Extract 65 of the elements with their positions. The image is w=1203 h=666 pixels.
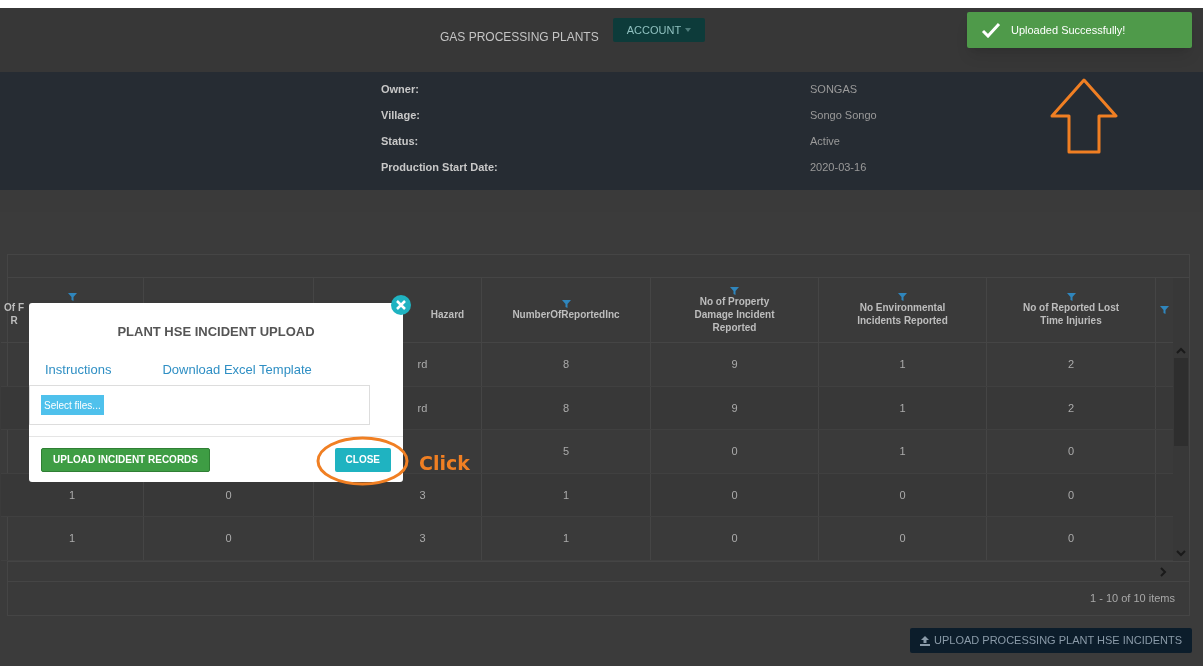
table-cell-text: rd <box>417 357 428 372</box>
caret-icon <box>685 28 692 32</box>
filter-icon[interactable] <box>1066 293 1076 301</box>
column-header[interactable]: No of Property Damage Incident Reported <box>694 294 775 334</box>
scroll-up-icon[interactable] <box>1176 347 1186 355</box>
column-header[interactable]: NumberOfReportedInc <box>512 307 620 321</box>
detail-value: Active <box>810 133 840 149</box>
upload-incidents-button[interactable]: UPLOAD PROCESSING PLANT HSE INCIDENTS <box>910 628 1192 653</box>
table-cell-text: 0 <box>1067 487 1075 503</box>
table-cell-text: 0 <box>899 531 906 546</box>
column-header[interactable]: No Environmental Incidents Reported <box>857 301 948 327</box>
table-cell-text: 1 <box>899 400 906 416</box>
column-header[interactable]: Hazard <box>430 307 465 321</box>
table-cell-text: 8 <box>562 400 570 416</box>
column-header[interactable]: Of F R <box>4 301 24 327</box>
detail-label: Owner: <box>381 81 420 97</box>
close-icon[interactable] <box>391 295 411 315</box>
instructions-link[interactable]: Instructions <box>45 360 112 380</box>
chevron-right-icon[interactable] <box>1159 566 1167 577</box>
filter-icon[interactable] <box>561 299 571 308</box>
table-cell-text: 1 <box>562 487 570 503</box>
table-cell-text: 2 <box>1067 400 1075 416</box>
table-cell-text: 0 <box>1067 444 1075 459</box>
filter-icon[interactable] <box>1160 306 1169 314</box>
table-cell-text: 1 <box>899 357 906 372</box>
column-header[interactable]: No of Reported Lost Time Injuries <box>1022 301 1120 327</box>
table-cell-text: 8 <box>562 357 570 372</box>
table-cell-text: 0 <box>731 531 738 546</box>
filter-icon[interactable] <box>730 286 739 295</box>
detail-value: 2020-03-16 <box>810 159 867 175</box>
detail-value: SONGAS <box>810 81 858 97</box>
table-cell-text: 3 <box>419 531 426 546</box>
table-cell-text: 0 <box>225 531 232 546</box>
table-cell-text: 3 <box>419 487 426 503</box>
upload-records-button[interactable]: UPLOAD INCIDENT RECORDS <box>41 447 210 472</box>
table-cell-text: 2 <box>1067 357 1075 372</box>
dialog-title: PLANT HSE INCIDENT UPLOAD <box>117 323 315 342</box>
detail-label: Status: <box>381 133 420 149</box>
table-cell-text: 0 <box>731 444 738 459</box>
checkmark-icon <box>981 22 1001 38</box>
pagination-summary: 1 - 10 of 10 items <box>1090 591 1175 607</box>
annotation-label: Click <box>419 451 470 476</box>
table-cell-text: 0 <box>225 487 232 503</box>
table-cell-text: 9 <box>731 357 738 372</box>
toast-message: Uploaded Successfully! <box>1011 22 1126 38</box>
upload-icon <box>920 635 931 646</box>
table-cell-text: 0 <box>731 487 738 503</box>
scroll-down-icon[interactable] <box>1176 549 1186 557</box>
detail-label: Village: <box>381 107 421 123</box>
page-title: GAS PROCESSING PLANTS <box>440 29 599 46</box>
account-button[interactable]: ACCOUNT <box>612 18 706 42</box>
download-template-link[interactable]: Download Excel Template <box>162 360 312 380</box>
filter-icon[interactable] <box>898 293 907 301</box>
table-cell-text: rd <box>417 400 428 416</box>
detail-label: Production Start Date: <box>381 159 499 175</box>
table-cell-text: 1 <box>562 531 570 546</box>
table-cell-text: 5 <box>562 444 570 459</box>
table-cell-text: 9 <box>731 400 738 416</box>
table-cell-text: 0 <box>1067 531 1075 546</box>
table-cell-text: 1 <box>899 444 906 459</box>
filter-icon[interactable] <box>67 293 77 301</box>
table-cell-text: 0 <box>899 487 906 503</box>
table-cell-text: 1 <box>68 487 76 503</box>
detail-value: Songo Songo <box>810 107 877 123</box>
table-cell-text: 1 <box>68 531 76 546</box>
